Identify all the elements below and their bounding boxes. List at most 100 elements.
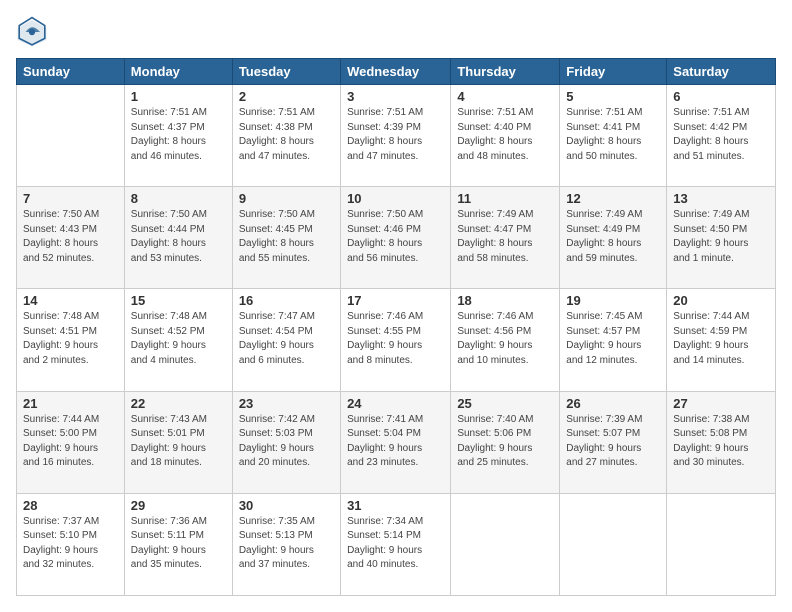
day-info-line: Sunset: 4:38 PM [239,121,334,136]
day-number: 15 [131,293,226,308]
day-number: 13 [673,191,769,206]
calendar-cell [17,85,125,187]
calendar-cell: 14Sunrise: 7:48 AMSunset: 4:51 PMDayligh… [17,289,125,391]
day-number: 16 [239,293,334,308]
day-number: 29 [131,498,226,513]
header-day-friday: Friday [560,59,667,85]
day-number: 18 [457,293,553,308]
day-info-line: Sunrise: 7:36 AM [131,515,226,530]
day-info-line: Sunrise: 7:46 AM [457,310,553,325]
day-info-line: Daylight: 9 hours [131,442,226,457]
day-info-line: Daylight: 8 hours [23,237,118,252]
day-info-line: Daylight: 9 hours [23,544,118,559]
calendar-week-row: 1Sunrise: 7:51 AMSunset: 4:37 PMDaylight… [17,85,776,187]
calendar-cell: 2Sunrise: 7:51 AMSunset: 4:38 PMDaylight… [232,85,340,187]
day-info-line: Sunrise: 7:47 AM [239,310,334,325]
header-day-monday: Monday [124,59,232,85]
day-info-line: Sunrise: 7:45 AM [566,310,660,325]
calendar-cell: 5Sunrise: 7:51 AMSunset: 4:41 PMDaylight… [560,85,667,187]
day-info-line: Sunset: 4:54 PM [239,325,334,340]
day-info-line: and 30 minutes. [673,456,769,471]
day-info-line: Sunset: 5:03 PM [239,427,334,442]
day-number: 30 [239,498,334,513]
day-info-line: Daylight: 8 hours [457,237,553,252]
day-info-line: Daylight: 9 hours [239,442,334,457]
day-info-line: and 51 minutes. [673,150,769,165]
day-number: 10 [347,191,444,206]
day-number: 9 [239,191,334,206]
day-info-line: and 47 minutes. [239,150,334,165]
day-info-line: Sunset: 5:13 PM [239,529,334,544]
calendar-week-row: 21Sunrise: 7:44 AMSunset: 5:00 PMDayligh… [17,391,776,493]
header-day-thursday: Thursday [451,59,560,85]
day-info-line: and 35 minutes. [131,558,226,573]
day-info-line: Sunrise: 7:51 AM [347,106,444,121]
day-info-line: Daylight: 9 hours [131,339,226,354]
day-info-line: Sunset: 4:52 PM [131,325,226,340]
day-info-line: Sunrise: 7:50 AM [23,208,118,223]
day-info-line: Sunrise: 7:34 AM [347,515,444,530]
day-number: 4 [457,89,553,104]
day-info-line: and 56 minutes. [347,252,444,267]
day-info-line: Sunset: 4:37 PM [131,121,226,136]
header-day-tuesday: Tuesday [232,59,340,85]
day-info-line: Sunrise: 7:42 AM [239,413,334,428]
calendar-cell: 17Sunrise: 7:46 AMSunset: 4:55 PMDayligh… [341,289,451,391]
header-day-saturday: Saturday [667,59,776,85]
day-number: 23 [239,396,334,411]
day-info-line: Sunset: 5:14 PM [347,529,444,544]
day-info-line: Sunset: 4:45 PM [239,223,334,238]
calendar-cell: 16 Sunrise: 7:47 AMSunset: 4:54 PMDayligh… [232,289,340,391]
day-info-line: Daylight: 9 hours [23,339,118,354]
day-info-line: Sunset: 4:46 PM [347,223,444,238]
day-info-line: Daylight: 8 hours [566,135,660,150]
day-info-line: Sunset: 5:00 PM [23,427,118,442]
calendar-cell: 22Sunrise: 7:43 AMSunset: 5:01 PMDayligh… [124,391,232,493]
calendar-cell: 6Sunrise: 7:51 AMSunset: 4:42 PMDaylight… [667,85,776,187]
calendar-cell: 9Sunrise: 7:50 AMSunset: 4:45 PMDaylight… [232,187,340,289]
day-number: 8 [131,191,226,206]
day-info-line: Sunset: 4:50 PM [673,223,769,238]
day-info-line: Sunrise: 7:48 AM [131,310,226,325]
day-info-line: Sunrise: 7:50 AM [347,208,444,223]
day-info-line: Daylight: 9 hours [673,237,769,252]
calendar-cell: 31Sunrise: 7:34 AMSunset: 5:14 PMDayligh… [341,493,451,595]
day-info-line: Sunset: 4:55 PM [347,325,444,340]
day-number: 19 [566,293,660,308]
day-info-line: Sunset: 4:49 PM [566,223,660,238]
page-header [16,16,776,48]
day-number: 24 [347,396,444,411]
calendar-cell [667,493,776,595]
day-info-line: and 40 minutes. [347,558,444,573]
day-info-line: and 10 minutes. [457,354,553,369]
day-info-line: Sunrise: 7:37 AM [23,515,118,530]
calendar-cell [560,493,667,595]
day-number: 28 [23,498,118,513]
day-info-line: and 53 minutes. [131,252,226,267]
day-info-line: Daylight: 8 hours [131,237,226,252]
day-number: 26 [566,396,660,411]
day-info-line: and 23 minutes. [347,456,444,471]
day-info-line: Daylight: 9 hours [673,339,769,354]
day-info-line: Sunset: 5:10 PM [23,529,118,544]
day-info-line: Sunset: 5:08 PM [673,427,769,442]
day-info-line: Sunrise: 7:46 AM [347,310,444,325]
day-info-line: Sunset: 4:42 PM [673,121,769,136]
day-info-line: Sunset: 4:56 PM [457,325,553,340]
day-info-line: Sunrise: 7:51 AM [566,106,660,121]
day-number: 21 [23,396,118,411]
day-info-line: Sunrise: 7:39 AM [566,413,660,428]
day-info-line: Daylight: 8 hours [347,237,444,252]
day-info-line: and 20 minutes. [239,456,334,471]
day-info-line: Sunset: 4:47 PM [457,223,553,238]
day-number: 12 [566,191,660,206]
day-info-line: and 47 minutes. [347,150,444,165]
calendar-cell: 4Sunrise: 7:51 AMSunset: 4:40 PMDaylight… [451,85,560,187]
day-info-line: Daylight: 9 hours [347,339,444,354]
calendar-cell: 3Sunrise: 7:51 AMSunset: 4:39 PMDaylight… [341,85,451,187]
calendar-cell: 30Sunrise: 7:35 AMSunset: 5:13 PMDayligh… [232,493,340,595]
day-info-line: and 48 minutes. [457,150,553,165]
day-number: 27 [673,396,769,411]
day-info-line: Daylight: 9 hours [347,544,444,559]
day-info-line: Daylight: 9 hours [239,339,334,354]
